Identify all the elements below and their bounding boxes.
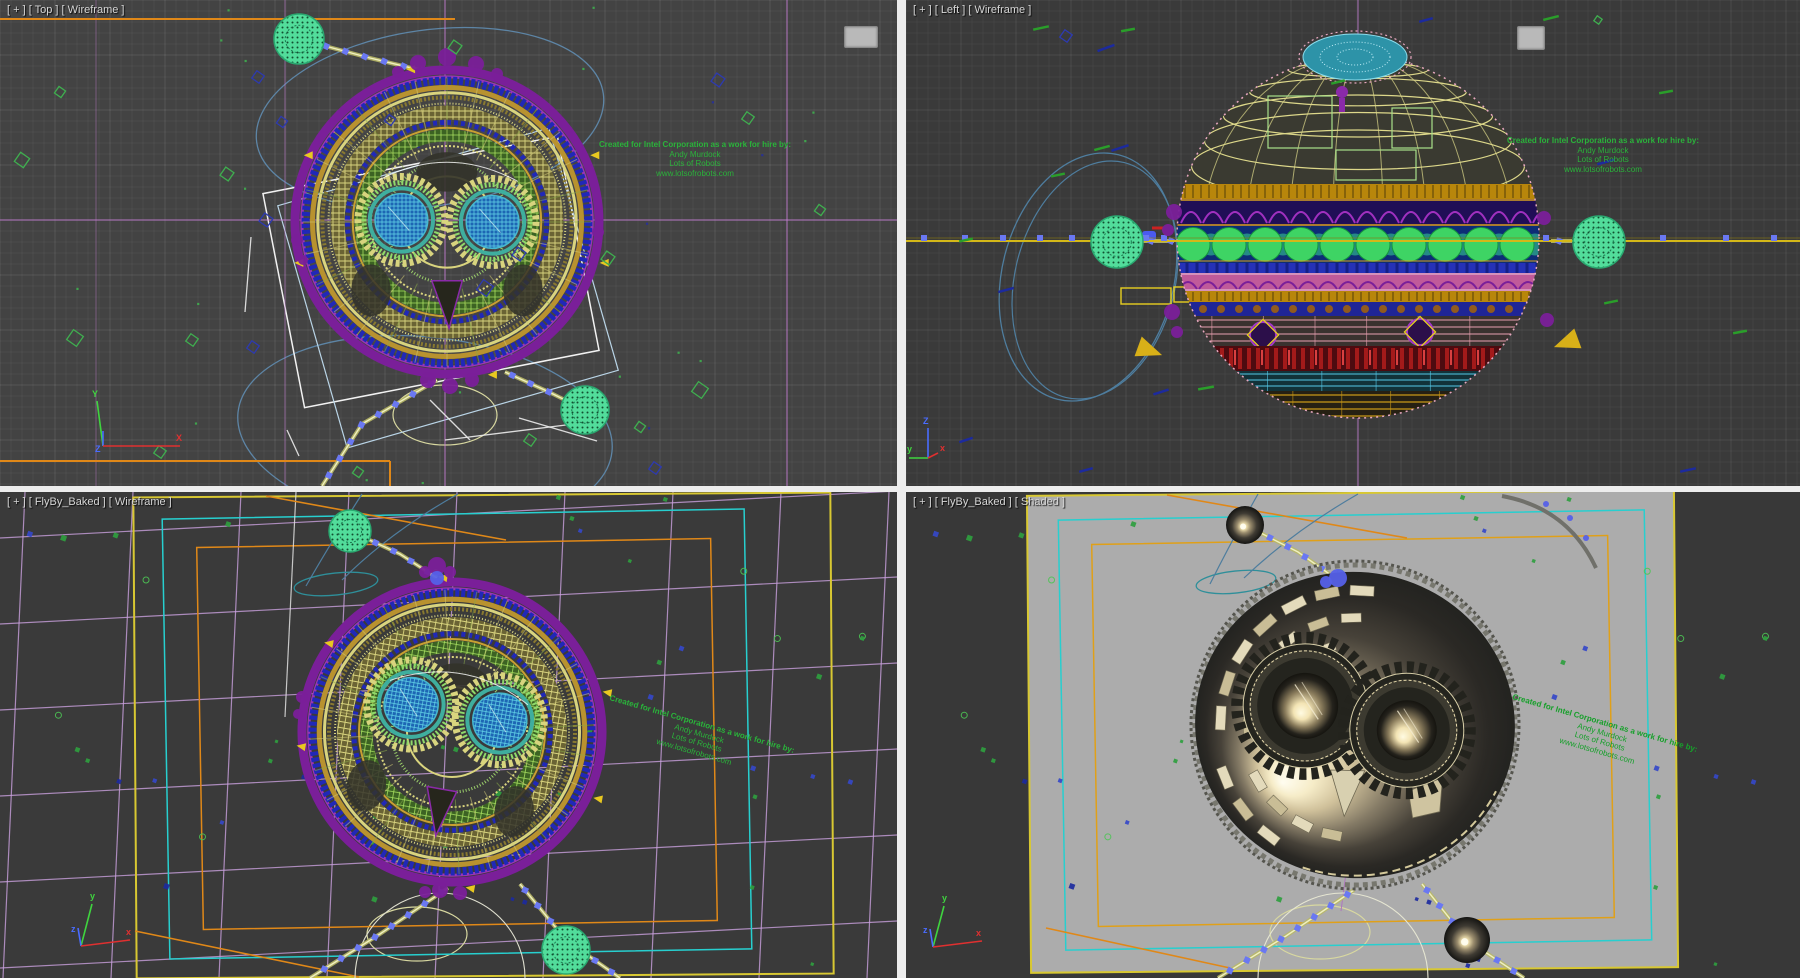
viewport-canvas-flyby-wireframe: y z x xyxy=(0,492,897,978)
viewport-top[interactable]: [ + ] [ Top ] [ Wireframe ] Y Z X Created … xyxy=(0,0,897,486)
copyright-watermark: Created for Intel Corporation as a work … xyxy=(1507,136,1699,174)
axis-tripod: y z x xyxy=(923,893,982,947)
axis-tripod: Y Z X xyxy=(92,389,182,454)
viewport-label-flyby-shaded[interactable]: [ + ] [ FlyBy_Baked ] [ Shaded ] xyxy=(913,496,1065,508)
viewport-label-left[interactable]: [ + ] [ Left ] [ Wireframe ] xyxy=(913,4,1031,16)
viewport-canvas-top: Y Z X xyxy=(0,0,897,486)
gray-box xyxy=(1517,26,1545,50)
copyright-line: Andy Murdock xyxy=(1507,146,1699,156)
copyright-line: Lots of Robots xyxy=(1507,155,1699,165)
owl-sphere-wireframe xyxy=(277,553,636,912)
wireframe-sphere-green xyxy=(329,510,371,552)
viewport-label-top[interactable]: [ + ] [ Top ] [ Wireframe ] xyxy=(7,4,124,16)
shaded-sphere-small xyxy=(1226,506,1264,544)
copyright-line: www.lotsofrobots.com xyxy=(599,169,791,179)
wireframe-sphere-green xyxy=(1091,216,1143,268)
svg-text:x: x xyxy=(126,927,131,937)
viewport-left[interactable]: [ + ] [ Left ] [ Wireframe ] Zy x Created… xyxy=(906,0,1800,486)
owl-sphere-wireframe xyxy=(294,65,608,378)
wireframe-sphere-green xyxy=(561,386,609,434)
wireframe-sphere-green xyxy=(274,14,324,64)
wireframe-sphere-green xyxy=(542,926,590,974)
wireframe-sphere-green xyxy=(1573,216,1625,268)
svg-text:Z: Z xyxy=(923,416,929,426)
viewport-label-flyby-wireframe[interactable]: [ + ] [ FlyBy_Baked ] [ Wireframe ] xyxy=(7,496,172,508)
svg-text:y: y xyxy=(90,891,95,901)
max-viewport-area: [ + ] [ Top ] [ Wireframe ] Y Z X Created … xyxy=(0,0,1800,978)
copyright-line: Created for Intel Corporation as a work … xyxy=(599,140,791,150)
copyright-line: Created for Intel Corporation as a work … xyxy=(1507,136,1699,146)
svg-text:z: z xyxy=(71,924,76,934)
copyright-watermark: Created for Intel Corporation as a work … xyxy=(599,140,791,178)
viewport-canvas-left: Zy x xyxy=(906,0,1800,486)
viewport-flyby-shaded[interactable]: [ + ] [ FlyBy_Baked ] [ Shaded ] yzx Cre… xyxy=(906,492,1800,978)
svg-text:Z: Z xyxy=(95,444,101,454)
copyright-line: www.lotsofrobots.com xyxy=(1507,165,1699,175)
viewport-splitter-horizontal[interactable] xyxy=(0,486,1800,492)
svg-text:y: y xyxy=(942,893,947,903)
shaded-sphere-small xyxy=(1444,917,1490,963)
axis-tripod: y z x xyxy=(71,891,131,946)
copyright-line: Lots of Robots xyxy=(599,159,791,169)
viewport-flyby-wireframe[interactable]: [ + ] [ FlyBy_Baked ] [ Wireframe ] yzx … xyxy=(0,492,897,978)
svg-text:z: z xyxy=(923,925,928,935)
svg-text:Y: Y xyxy=(92,389,98,399)
svg-text:x: x xyxy=(940,443,945,453)
diamond-markers xyxy=(1594,16,1602,24)
owl-sphere-left-view xyxy=(1176,31,1553,418)
diamond-markers xyxy=(1060,30,1073,43)
svg-text:y: y xyxy=(907,444,912,454)
copyright-line: Andy Murdock xyxy=(599,150,791,160)
svg-text:X: X xyxy=(176,433,182,443)
gray-box xyxy=(844,26,878,48)
svg-text:x: x xyxy=(976,928,981,938)
